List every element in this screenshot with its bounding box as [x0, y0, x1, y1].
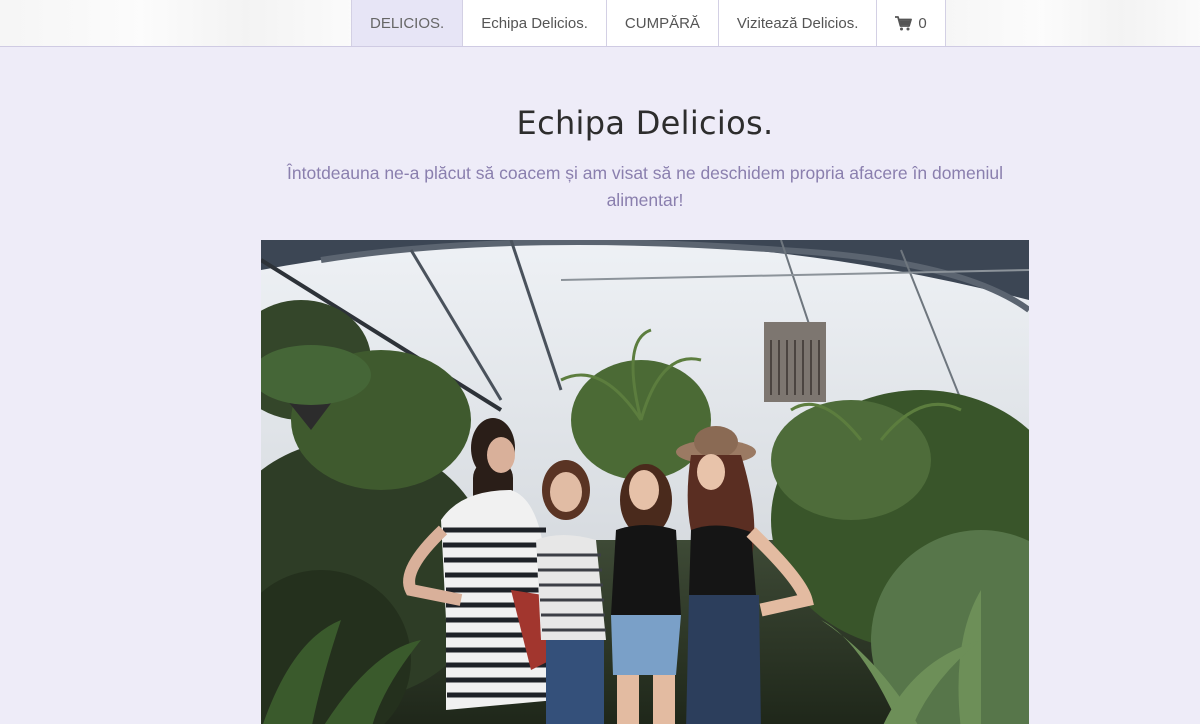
nav-item-home[interactable]: DELICIOS. — [351, 0, 463, 46]
nav-item-label: Vizitează Delicios. — [736, 14, 859, 32]
main-menu: DELICIOS. Echipa Delicios. CUMPĂRĂ Vizit… — [351, 0, 946, 47]
shopping-cart-icon — [895, 15, 913, 30]
nav-item-label: Echipa Delicios. — [481, 14, 588, 32]
nav-item-label: CUMPĂRĂ — [624, 14, 700, 32]
header-background-left — [0, 0, 351, 46]
page-title: Echipa Delicios. — [516, 104, 774, 142]
page: DELICIOS. Echipa Delicios. CUMPĂRĂ Vizit… — [0, 0, 1200, 724]
nav-item-team[interactable]: Echipa Delicios. — [462, 0, 606, 46]
nav-item-visit[interactable]: Vizitează Delicios. — [717, 0, 877, 46]
top-navigation-bar: DELICIOS. Echipa Delicios. CUMPĂRĂ Vizit… — [0, 0, 1200, 47]
team-photo-illustration — [261, 240, 1029, 724]
page-subtitle: Întotdeauna ne-a plăcut să coacem și am … — [287, 163, 1003, 210]
nav-item-shop[interactable]: CUMPĂRĂ — [605, 0, 718, 46]
cart-count: 0 — [918, 14, 927, 32]
header-background-right — [937, 0, 1200, 46]
cart-link: 0 — [895, 14, 927, 32]
team-photo — [261, 240, 1029, 724]
nav-item-label: DELICIOS. — [370, 14, 445, 32]
nav-item-cart[interactable]: 0 — [876, 0, 946, 46]
